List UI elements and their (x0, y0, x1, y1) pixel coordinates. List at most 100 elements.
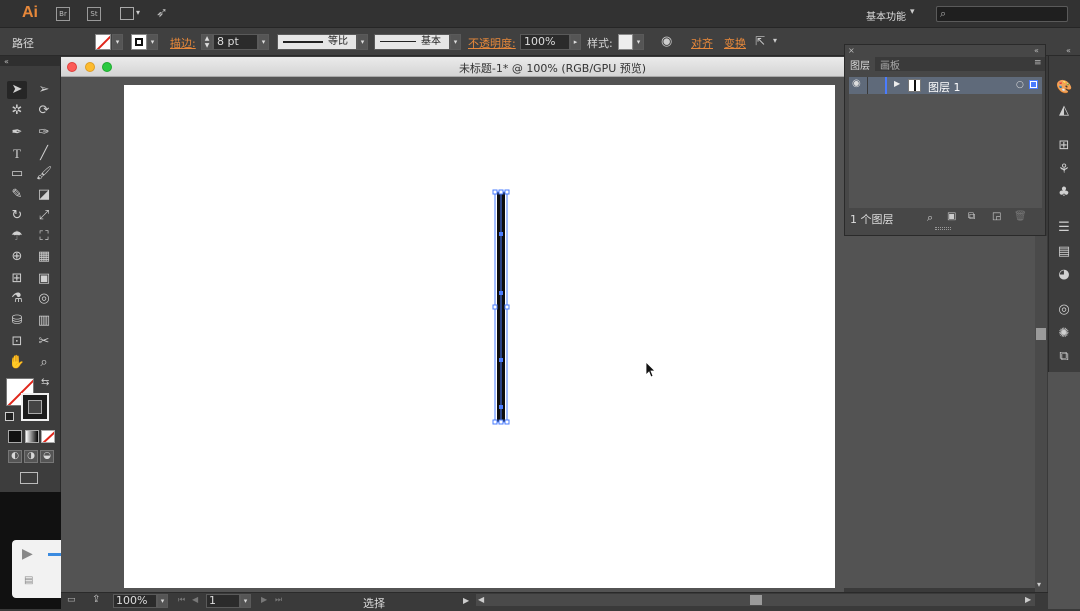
graphic-styles-panel-icon[interactable]: ✺ (1056, 326, 1072, 342)
stroke-swatch[interactable] (131, 34, 147, 50)
first-artboard-icon[interactable]: ⏮ (178, 595, 185, 605)
locate-object-icon[interactable]: ⌕ (927, 211, 933, 225)
search-input[interactable] (936, 6, 1068, 22)
share-icon[interactable]: ⇪ (92, 594, 100, 605)
gpu-rocket-icon[interactable]: ➶ (156, 5, 168, 21)
workspace-switcher[interactable]: 基本功能 (866, 8, 906, 23)
transparency-panel-icon[interactable]: ◕ (1056, 267, 1072, 283)
draw-inside-icon[interactable]: ◒ (40, 450, 54, 463)
draw-behind-icon[interactable]: ◑ (24, 450, 38, 463)
color-guide-icon[interactable]: ◭ (1056, 103, 1072, 119)
fill-dropdown[interactable]: ▾ (112, 34, 123, 50)
align-link[interactable]: 对齐 (691, 35, 713, 51)
screen-mode-icon[interactable] (20, 472, 38, 484)
paintbrush-tool[interactable]: 🖌 (34, 165, 54, 183)
stroke-weight-input[interactable]: 8 pt (213, 34, 258, 50)
handle-top-left[interactable] (492, 189, 498, 195)
fill-swatch[interactable] (95, 34, 111, 50)
mesh-tool[interactable]: ⊞ (7, 270, 27, 288)
rotate-tool[interactable]: ↻ (7, 207, 27, 225)
draw-normal-icon[interactable]: ◐ (8, 450, 22, 463)
opacity-label[interactable]: 不透明度: (468, 35, 516, 51)
control-menu-icon[interactable]: ▾ (773, 36, 777, 45)
handle-bottom-right[interactable] (504, 419, 510, 425)
profile-dropdown[interactable]: ▾ (357, 34, 368, 50)
vertical-scroll-thumb[interactable] (1036, 328, 1046, 340)
swatches-panel-icon[interactable]: ⊞ (1056, 138, 1072, 154)
anchor-point[interactable] (499, 232, 503, 236)
color-mode-icon[interactable] (8, 430, 22, 443)
graphic-style-swatch[interactable] (618, 34, 633, 50)
vertical-scrollbar[interactable] (1035, 236, 1047, 592)
type-tool[interactable]: T (7, 145, 27, 163)
anchor-point[interactable] (499, 291, 503, 295)
stock-icon[interactable]: St (87, 7, 101, 21)
pen-tool[interactable]: ✒ (7, 124, 27, 142)
tools-panel-header[interactable] (0, 56, 61, 66)
artboard-tool[interactable]: ⊡ (7, 333, 27, 351)
color-panel-icon[interactable]: 🎨 (1056, 80, 1072, 96)
handle-top-right[interactable] (504, 189, 510, 195)
warp-tool[interactable]: ☂ (7, 228, 27, 246)
stroke-color-box[interactable] (21, 393, 49, 421)
shape-builder-tool[interactable]: ⊕ (7, 248, 27, 266)
recolor-artwork-icon[interactable]: ◉ (661, 34, 672, 49)
gradient-mode-icon[interactable] (25, 430, 39, 443)
free-transform-tool[interactable]: ⛶ (34, 228, 54, 246)
style-dropdown[interactable]: ▾ (633, 34, 644, 50)
stroke-stepper[interactable]: ▲ ▼ (201, 34, 213, 50)
variable-width-profile[interactable]: 等比 (277, 34, 357, 50)
zoom-level-input[interactable]: 100% (113, 594, 157, 608)
stroke-label[interactable]: 描边: (170, 35, 196, 51)
gpu-status-icon[interactable]: ▭ (67, 595, 76, 605)
artboard[interactable] (124, 85, 835, 588)
selected-path[interactable] (488, 186, 516, 430)
lasso-tool[interactable]: ⟳ (34, 102, 54, 120)
opacity-dropdown[interactable]: ▸ (570, 34, 581, 50)
chevron-down-icon[interactable]: ▾ (910, 7, 915, 17)
direct-selection-tool[interactable]: ➢ (34, 81, 54, 99)
default-colors-icon[interactable] (5, 412, 14, 421)
stroke-panel-icon[interactable]: ☰ (1056, 220, 1072, 236)
delete-layer-icon[interactable]: 🗑 (1014, 211, 1027, 222)
eraser-tool[interactable]: ◪ (34, 186, 54, 204)
collapse-panel-icon[interactable]: « (1034, 46, 1039, 55)
zoom-dropdown[interactable]: ▾ (157, 594, 168, 608)
hand-tool[interactable]: ✋ (7, 354, 27, 372)
symbol-sprayer-tool[interactable]: ⛁ (7, 312, 27, 330)
new-sublayer-icon[interactable]: ⧉ (968, 211, 975, 222)
visibility-eye-icon[interactable]: ◉ (852, 78, 861, 89)
layer-name[interactable]: 图层 1 (928, 79, 961, 95)
artboard-dropdown[interactable]: ▾ (240, 594, 251, 608)
gradient-panel-icon[interactable]: ▤ (1056, 244, 1072, 260)
chevron-down-icon[interactable]: ▾ (136, 8, 140, 17)
blend-tool[interactable]: ◎ (34, 290, 54, 308)
handle-top-middle[interactable] (498, 189, 504, 195)
stroke-dropdown[interactable]: ▾ (147, 34, 158, 50)
new-layer-icon[interactable]: ◲ (992, 211, 1001, 222)
selection-tool[interactable]: ➤ (7, 81, 27, 99)
anchor-point[interactable] (499, 405, 503, 409)
swap-fill-stroke-icon[interactable]: ⇆ (41, 377, 49, 388)
last-artboard-icon[interactable]: ⏭ (275, 595, 282, 605)
isolate-icon[interactable]: ⇱ (755, 34, 765, 48)
tab-layers[interactable]: 图层 (850, 57, 870, 72)
handle-bottom-left[interactable] (492, 419, 498, 425)
expand-layer-icon[interactable]: ▶ (894, 79, 900, 88)
rectangle-tool[interactable]: ▭ (7, 165, 27, 183)
links-panel-icon[interactable]: ⧉ (1056, 349, 1072, 365)
eyedropper-tool[interactable]: ⚗ (7, 290, 27, 308)
stroke-weight-dropdown[interactable]: ▾ (258, 34, 269, 50)
line-tool[interactable]: ╱ (34, 145, 54, 163)
pencil-tool[interactable]: ✎ (7, 186, 27, 204)
panel-resize-grip[interactable] (935, 227, 951, 230)
zoom-tool[interactable]: ⌕ (34, 354, 54, 372)
artboard-number-input[interactable]: 1 (206, 594, 240, 608)
expand-panels-icon[interactable]: « (1066, 46, 1071, 55)
collapse-icon[interactable]: « (4, 57, 9, 66)
anchor-point[interactable] (499, 358, 503, 362)
transform-link[interactable]: 变换 (724, 35, 746, 51)
tab-artboards[interactable]: 画板 (880, 57, 900, 72)
scroll-right-icon[interactable]: ▶ (1025, 595, 1031, 604)
arrange-documents-icon[interactable] (120, 7, 134, 20)
